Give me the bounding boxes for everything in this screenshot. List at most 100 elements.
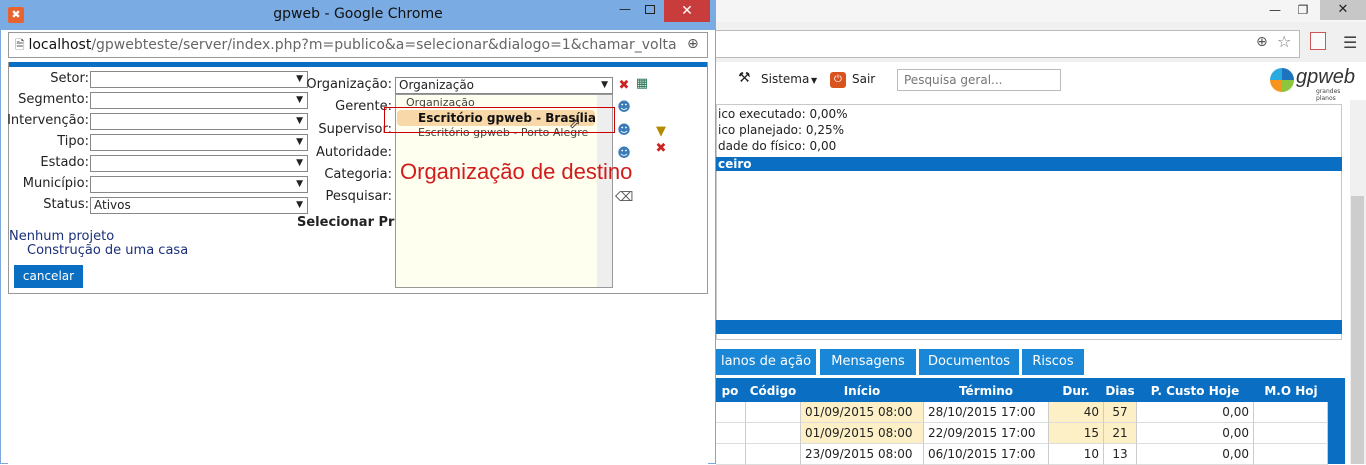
cell-custo: 0,00 [1137,423,1254,444]
popup-maximize-icon[interactable] [645,5,655,14]
org-tree-icon[interactable]: ▦ [633,76,651,92]
cell-custo: 0,00 [1137,444,1254,465]
cell-dur: 15 [1049,423,1104,444]
segmento-label: Segmento: [18,92,89,107]
col-header-codigo[interactable]: Código [746,380,800,402]
col-header-dias[interactable]: Dias [1104,380,1136,402]
pesquisar-label: Pesquisar: [325,189,393,204]
clear-filter-icon[interactable]: ✖ [652,141,670,157]
tab-riscos[interactable]: Riscos [1022,349,1084,375]
popup-minimize-icon[interactable]: — [619,2,631,16]
filter-icon[interactable]: ▼ [652,124,670,140]
menu-icon[interactable]: ☰ [1343,33,1357,52]
restore-icon[interactable]: ❐ [1290,0,1316,20]
setor-select[interactable]: ▼ [90,71,308,88]
status-select-value: Ativos [94,198,131,212]
main-address-bar[interactable] [716,30,1300,58]
clear-org-icon[interactable]: ✖ [615,78,633,94]
supervisor-label: Supervisor: [318,122,392,137]
highlight-box [384,107,615,133]
intervencao-select[interactable]: ▼ [90,113,308,130]
cell-termino: 22/09/2015 17:00 [924,423,1049,444]
main-scrollbar-thumb[interactable] [1351,196,1364,464]
cell-dur: 40 [1049,402,1104,423]
col-header-mo[interactable]: M.O Hoj [1254,380,1328,402]
setor-label: Setor: [50,71,89,86]
url-path: /gpwebteste/server/index.php?m=publico&a… [91,37,677,53]
users-icon[interactable]: ☻ [615,123,633,139]
cell-dur: 10 [1049,444,1104,465]
logo-subtext: grandes planos [1316,88,1341,102]
logo-text: gpweb [1296,66,1355,88]
main-close-button[interactable]: ✕ [1320,0,1366,20]
tipo-select[interactable]: ▼ [90,134,308,151]
status-label: Status: [43,197,89,212]
url-host: localhost [28,37,92,53]
minimize-icon[interactable]: — [1262,0,1288,20]
gerente-label: Gerente: [335,99,392,114]
intervencao-label: Intervenção: [7,113,89,128]
col-header-tipo[interactable]: po [716,380,744,402]
cell-termino: 28/10/2015 17:00 [924,402,1049,423]
cell-dias: 21 [1104,423,1137,444]
cell-inicio: 23/09/2015 08:00 [801,444,924,465]
section-bar-label: ceiro [718,157,752,171]
tab-mensagens[interactable]: Mensagens [820,349,916,375]
col-header-inicio[interactable]: Início [801,380,923,402]
search-input[interactable] [897,69,1061,91]
tipo-label: Tipo: [57,134,89,149]
tools-icon: ⚒ [738,70,751,86]
tab-planos[interactable]: lanos de ação [716,349,816,375]
popup-zoom-icon[interactable]: ⊕ [687,36,699,52]
tab-documentos[interactable]: Documentos [919,349,1019,375]
cell-termino: 06/10/2015 17:00 [924,444,1049,465]
cell-dias: 57 [1104,402,1137,423]
popup-close-button[interactable]: ✕ [664,0,710,22]
info-line-executed: ico executado: 0,00% [718,107,848,121]
status-select[interactable]: Ativos ▼ [90,197,308,214]
sair-button[interactable]: Sair [852,72,875,86]
annotation-text: Organização de destino [400,159,633,184]
autoridade-label: Autoridade: [316,145,392,160]
col-header-custo[interactable]: P. Custo Hoje [1137,380,1253,402]
municipio-select[interactable]: ▼ [90,176,308,193]
popup-title: gpweb - Google Chrome [273,6,443,22]
section-bar [716,157,1342,171]
section-heading: Selecionar Pro [297,215,404,230]
organizacao-label: Organização: [306,77,392,92]
cell-dias: 13 [1104,444,1137,465]
popup-top-bar [9,62,707,67]
info-line-physical: dade do físico: 0,00 [718,139,837,153]
categoria-label: Categoria: [324,167,392,182]
extension-icon[interactable] [1310,32,1326,50]
col-header-termino[interactable]: Término [924,380,1048,402]
page-icon: 🗎 [15,38,29,52]
logo-mark-icon [1270,68,1294,92]
project-item[interactable]: Construção de uma casa [27,243,188,258]
eraser-icon[interactable]: ⌫ [615,190,633,206]
star-icon[interactable]: ☆ [1277,32,1291,51]
popup-address-bar[interactable]: 🗎 localhost/gpwebteste/server/index.php?… [8,32,708,58]
popup-empty-area [8,294,708,464]
power-icon: ⏻ [830,72,846,88]
section-footer-bar [716,320,1342,334]
estado-select[interactable]: ▼ [90,155,308,172]
estado-label: Estado: [40,155,89,170]
organizacao-select[interactable]: Organização ▼ [395,77,613,94]
info-line-planned: ico planejado: 0,25% [718,123,845,137]
gpweb-logo: gpweb grandes planos [1266,64,1355,102]
cancel-button[interactable]: cancelar [14,265,83,288]
cell-inicio: 01/09/2015 08:00 [801,423,924,444]
segmento-select[interactable]: ▼ [90,92,308,109]
users-icon[interactable]: ☻ [615,100,633,116]
zoom-icon[interactable]: ⊕ [1256,34,1268,50]
organizacao-select-value: Organização [399,78,475,92]
municipio-label: Município: [22,176,89,191]
chevron-down-icon: ▼ [811,76,818,85]
chevron-down-icon: ▼ [601,80,608,90]
cell-custo: 0,00 [1137,402,1254,423]
sistema-menu[interactable]: Sistema [761,72,809,86]
col-header-dur[interactable]: Dur. [1049,380,1103,402]
cell-inicio: 01/09/2015 08:00 [801,402,924,423]
no-project-text: Nenhum projeto [9,229,115,244]
